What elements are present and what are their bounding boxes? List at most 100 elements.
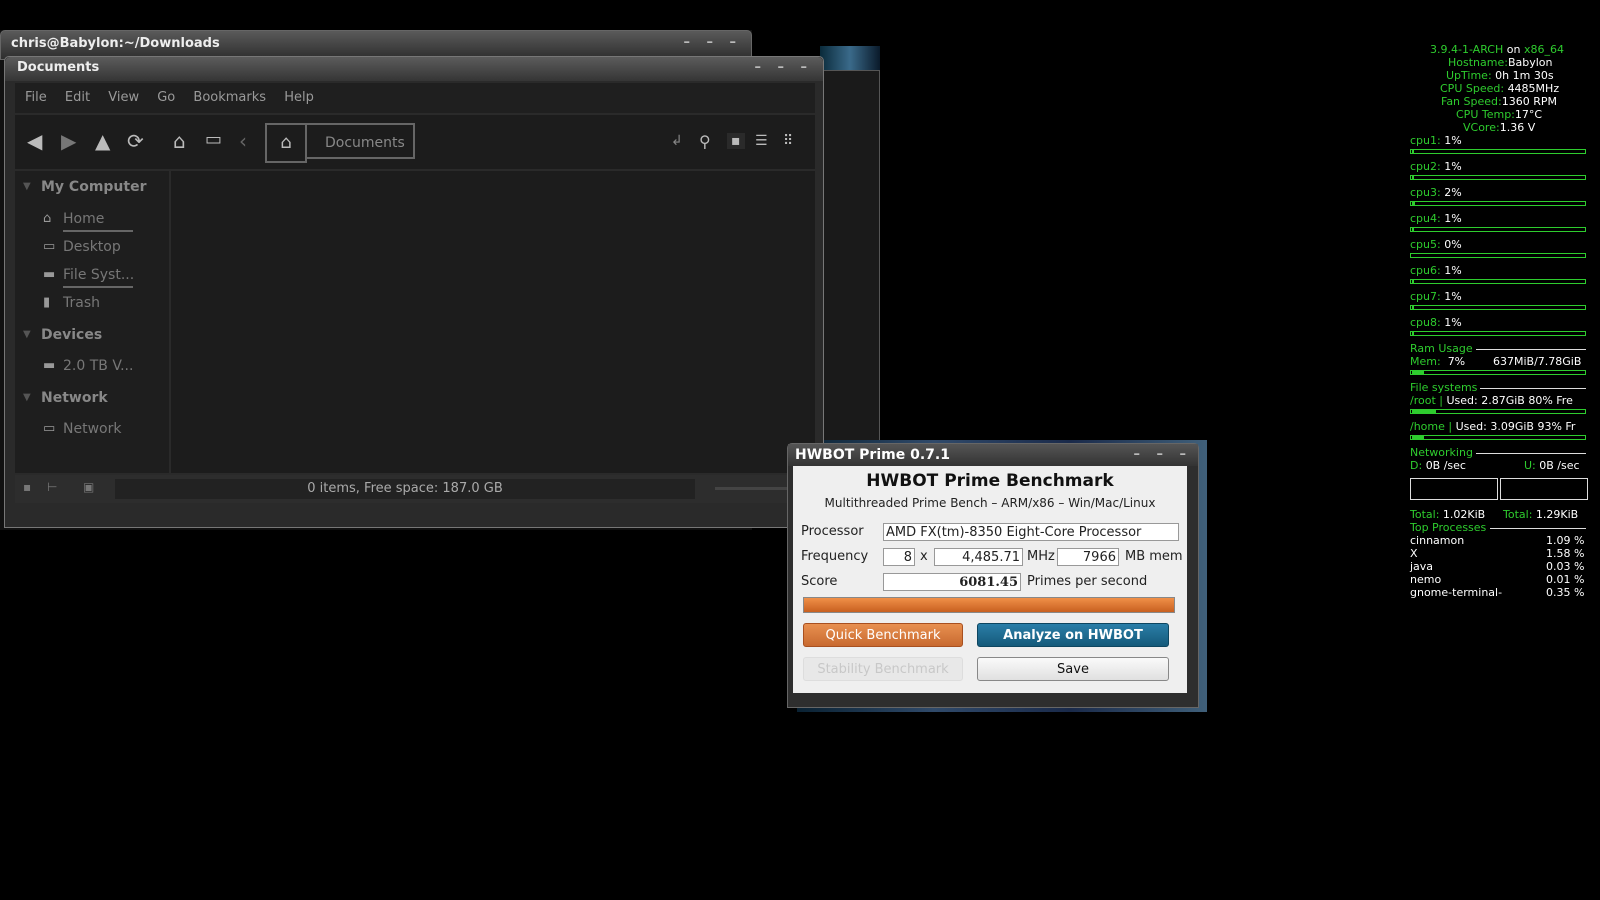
home-icon: ⌂ <box>43 211 52 226</box>
cpu-row: cpu5: 0% <box>1410 238 1462 251</box>
score-unit: Primes per second <box>1027 574 1148 589</box>
cpuspeed-value: 4485MHz <box>1507 82 1560 95</box>
reload-icon[interactable]: ⟳ <box>127 129 144 153</box>
file-manager-titlebar[interactable]: Documents – – – <box>5 57 823 81</box>
hwbot-heading: HWBOT Prime Benchmark <box>866 471 1114 491</box>
usage-indicator <box>63 230 133 232</box>
terminal-window-controls[interactable]: – – – <box>683 30 742 56</box>
vcore-label: VCore: <box>1463 121 1500 134</box>
compact-view-icon[interactable]: ⠿ <box>783 133 793 149</box>
mem-pct: 7% <box>1447 355 1466 368</box>
sidebar-item-filesystem[interactable]: File Syst... <box>63 267 134 283</box>
fan-label: Fan Speed: <box>1441 95 1502 108</box>
file-manager-window-controls[interactable]: – – – <box>754 57 813 79</box>
sidebar-item-drive[interactable]: 2.0 TB V... <box>63 358 133 374</box>
cpu-bar-fill <box>1412 332 1414 335</box>
expand-triangle-icon[interactable]: ▼ <box>23 329 31 340</box>
sidebar-toggle-icon[interactable]: ▣ <box>83 480 94 494</box>
cpu-row: cpu3: 2% <box>1410 186 1462 199</box>
menu-bookmarks[interactable]: Bookmarks <box>193 90 266 105</box>
cpu-row: cpu7: 1% <box>1410 290 1462 303</box>
total-up-line: Total: 1.29KiB <box>1503 508 1578 521</box>
process-cpu: 1.58 % <box>1546 547 1585 560</box>
file-view[interactable] <box>171 171 815 473</box>
net-header: Networking <box>1410 446 1473 459</box>
sidebar-item-trash[interactable]: Trash <box>63 295 100 311</box>
zoom-slider[interactable] <box>715 487 795 490</box>
kernel-value: 3.9.4-1-ARCH <box>1430 43 1504 56</box>
upload-graph <box>1500 478 1588 500</box>
total-down-value: 1.02KiB <box>1442 508 1486 521</box>
list-view-icon[interactable]: ☰ <box>755 133 768 149</box>
save-button[interactable]: Save <box>977 657 1169 681</box>
path-documents-button[interactable]: Documents <box>305 123 415 159</box>
cpu-row: cpu8: 1% <box>1410 316 1462 329</box>
mem-line: Mem: 7% <box>1410 355 1465 368</box>
mem-field[interactable]: 7966 <box>1057 548 1119 566</box>
uptime-label: UpTime: <box>1446 69 1492 82</box>
search-icon[interactable]: ⚲ <box>699 132 711 151</box>
mhz-field[interactable]: 4,485.71 <box>934 548 1023 566</box>
file-manager-window[interactable]: Documents – – – File Edit View Go Bookma… <box>4 56 824 528</box>
back-icon[interactable]: ◀ <box>27 129 42 153</box>
menu-go[interactable]: Go <box>157 90 175 105</box>
score-field[interactable]: 6081.45 <box>883 573 1021 591</box>
divider <box>1476 453 1586 454</box>
cpu-bar-fill <box>1412 306 1414 309</box>
hwbot-window[interactable]: HWBOT Prime 0.7.1 – – – HWBOT Prime Benc… <box>787 443 1199 708</box>
cpu-bar <box>1410 175 1586 180</box>
cpu-value: 1% <box>1444 212 1462 225</box>
hwbot-title: HWBOT Prime 0.7.1 <box>795 447 950 463</box>
top-header: Top Processes <box>1410 521 1487 534</box>
processor-field[interactable]: AMD FX(tm)-8350 Eight-Core Processor <box>883 523 1179 541</box>
score-label: Score <box>801 574 838 589</box>
cpu-value: 2% <box>1444 186 1462 199</box>
cpu-bar <box>1410 227 1586 232</box>
cpu-value: 1% <box>1444 134 1462 147</box>
down-line: D: 0B /sec <box>1410 459 1466 472</box>
forward-icon[interactable]: ▶ <box>61 129 76 153</box>
tree-icon[interactable]: ⊢ <box>47 480 57 494</box>
uptime-line: UpTime: 0h 1m 30s <box>1446 69 1554 82</box>
expand-triangle-icon[interactable]: ▼ <box>23 392 31 403</box>
sidebar-item-network[interactable]: Network <box>63 421 121 437</box>
sidebar-item-desktop[interactable]: Desktop <box>63 239 121 255</box>
cores-field[interactable]: 8 <box>883 548 915 566</box>
menu-edit[interactable]: Edit <box>65 90 90 105</box>
toggle-location-icon[interactable]: ↲ <box>671 133 683 149</box>
stability-benchmark-button[interactable]: Stability Benchmark <box>803 657 963 681</box>
path-left-arrow-icon[interactable]: ‹ <box>239 129 247 153</box>
sidebar-item-home[interactable]: Home <box>63 211 104 227</box>
cpu-bar <box>1410 201 1586 206</box>
places-icon[interactable]: ▪ <box>23 480 31 494</box>
quick-benchmark-button[interactable]: Quick Benchmark <box>803 623 963 647</box>
expand-triangle-icon[interactable]: ▼ <box>23 181 31 192</box>
menu-help[interactable]: Help <box>284 90 314 105</box>
progress-fill <box>804 598 1174 612</box>
hwbot-titlebar[interactable]: HWBOT Prime 0.7.1 – – – <box>788 444 1198 466</box>
menu-view[interactable]: View <box>108 90 139 105</box>
icon-view-icon[interactable]: ▪ <box>727 133 745 149</box>
divider <box>1476 349 1586 350</box>
cpu-bar-fill <box>1412 150 1414 153</box>
hwbot-window-controls[interactable]: – – – <box>1133 444 1192 466</box>
hwbot-subheading: Multithreaded Prime Bench – ARM/x86 – Wi… <box>824 496 1156 510</box>
mem-bar-fill <box>1412 371 1424 374</box>
analyze-button[interactable]: Analyze on HWBOT <box>977 623 1169 647</box>
up-icon[interactable]: ▲ <box>95 129 110 153</box>
cputemp-line: CPU Temp:17°C <box>1456 108 1542 121</box>
cpu-label: cpu5: <box>1410 238 1441 251</box>
up-value: 0B /sec <box>1539 459 1580 472</box>
usage-indicator <box>63 286 133 288</box>
drive-icon: ▬ <box>43 358 56 373</box>
fan-line: Fan Speed:1360 RPM <box>1441 95 1557 108</box>
home-icon[interactable]: ⌂ <box>173 129 186 153</box>
cpu-label: cpu7: <box>1410 290 1441 303</box>
cpu-bar-fill <box>1412 176 1414 179</box>
computer-icon[interactable]: ▭ <box>205 129 222 150</box>
arch-value: x86_64 <box>1523 43 1564 56</box>
path-home-button[interactable]: ⌂ <box>265 123 307 163</box>
menu-file[interactable]: File <box>25 90 47 105</box>
process-name: nemo <box>1410 573 1442 586</box>
desktop-icon: ▭ <box>43 239 56 254</box>
